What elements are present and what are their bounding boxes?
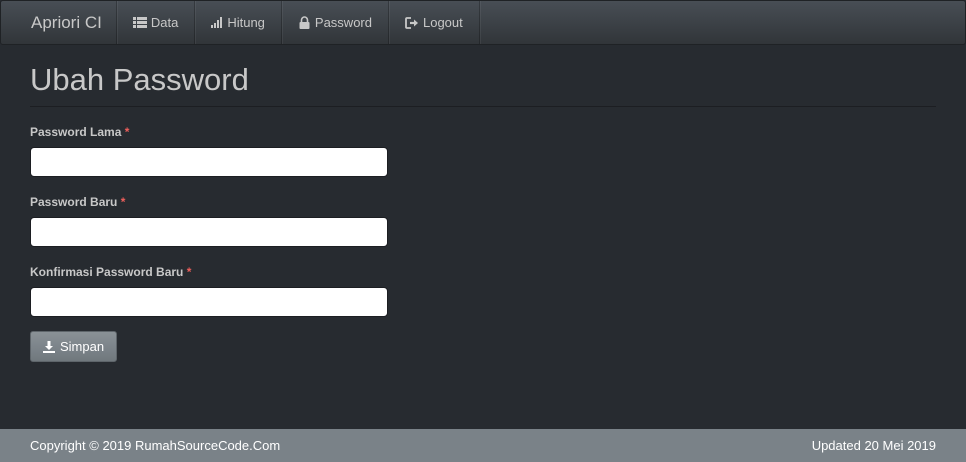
old-password-group: Password Lama *	[30, 125, 936, 177]
footer-copyright: Copyright © 2019 RumahSourceCode.Com	[30, 438, 281, 453]
nav-item-hitung-label: Hitung	[227, 15, 265, 30]
download-icon	[43, 340, 55, 353]
nav-item-logout-label: Logout	[422, 15, 463, 30]
required-marker: *	[186, 265, 192, 279]
top-navbar: Apriori CI Data Hitung Password Logout	[0, 0, 966, 45]
nav-item-hitung[interactable]: Hitung	[195, 1, 282, 44]
signal-icon	[211, 17, 223, 28]
logout-icon	[405, 16, 419, 29]
brand-link[interactable]: Apriori CI	[1, 1, 117, 44]
nav-item-password[interactable]: Password	[282, 1, 389, 44]
main-content: Ubah Password Password Lama * Password B…	[30, 43, 936, 362]
footer-updated: Updated 20 Mei 2019	[811, 438, 936, 453]
save-button[interactable]: Simpan	[30, 331, 118, 362]
new-password-label-text: Password Baru	[30, 195, 118, 209]
confirm-password-label: Konfirmasi Password Baru *	[30, 265, 936, 279]
nav-item-data-label: Data	[150, 15, 179, 30]
page-title: Ubah Password	[30, 62, 936, 107]
nav-item-data[interactable]: Data	[117, 1, 196, 44]
new-password-input[interactable]	[30, 217, 388, 247]
new-password-group: Password Baru *	[30, 195, 936, 247]
old-password-input[interactable]	[30, 147, 388, 177]
nav-item-logout[interactable]: Logout	[389, 1, 480, 44]
confirm-password-group: Konfirmasi Password Baru *	[30, 265, 936, 317]
list-icon	[132, 17, 147, 28]
lock-icon	[298, 16, 311, 29]
required-marker: *	[124, 125, 130, 139]
required-marker: *	[120, 195, 126, 209]
old-password-label: Password Lama *	[30, 125, 936, 139]
old-password-label-text: Password Lama	[30, 125, 122, 139]
confirm-password-input[interactable]	[30, 287, 388, 317]
new-password-label: Password Baru *	[30, 195, 936, 209]
save-button-label: Simpan	[60, 339, 105, 354]
confirm-password-label-text: Konfirmasi Password Baru	[30, 265, 184, 279]
footer: Copyright © 2019 RumahSourceCode.Com Upd…	[0, 429, 966, 462]
nav-item-password-label: Password	[314, 15, 372, 30]
